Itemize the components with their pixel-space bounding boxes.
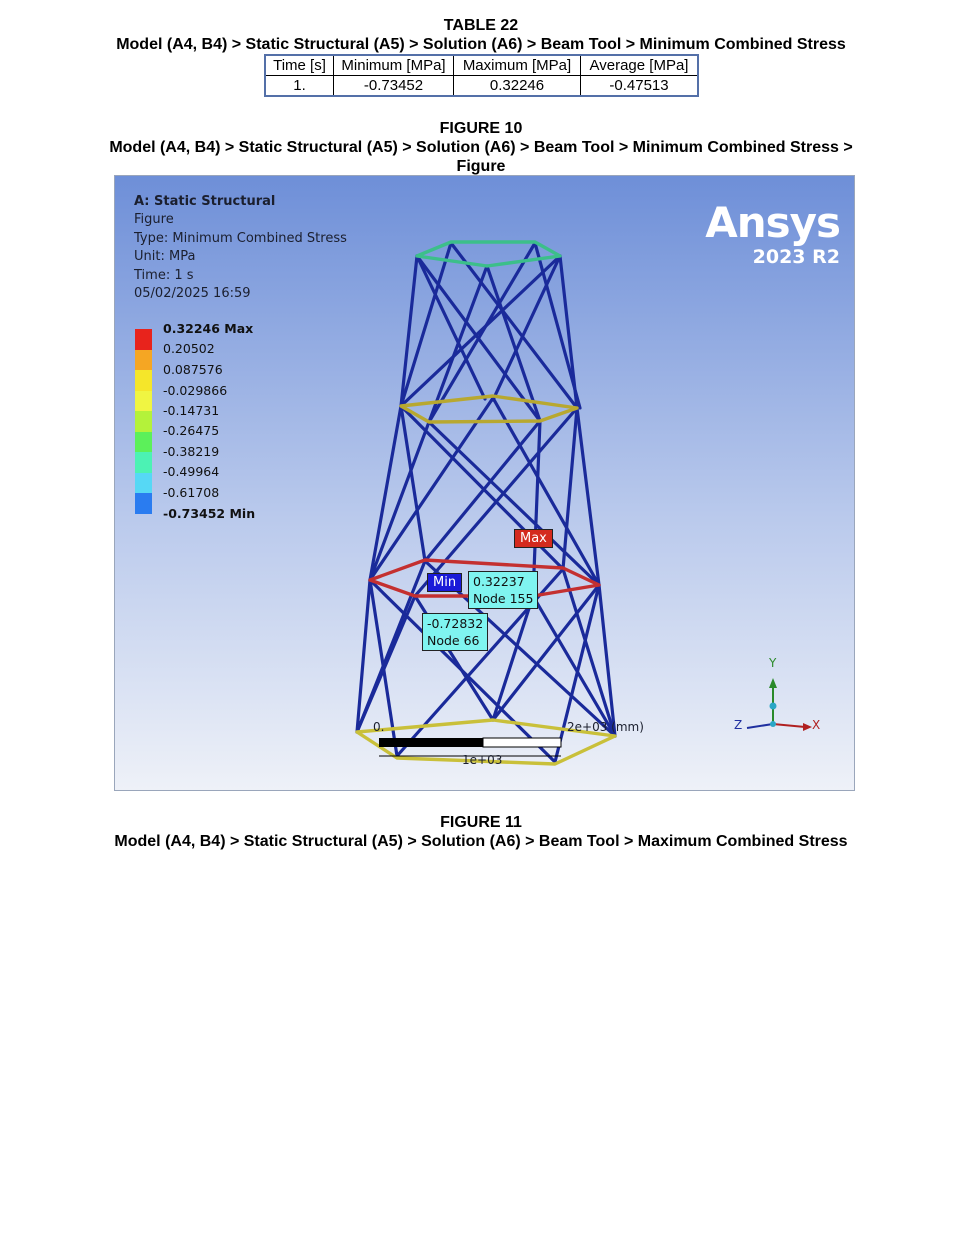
info-type: Type: Minimum Combined Stress: [134, 231, 347, 246]
max-tag: Max: [514, 529, 553, 548]
scale-start: 0.: [373, 720, 385, 734]
ansys-logo: Ansys: [705, 198, 841, 247]
probe-max-value: 0.32237: [473, 574, 525, 589]
legend-label: -0.49964: [163, 464, 220, 479]
cell-minimum: -0.73452: [333, 75, 454, 97]
legend-label: 0.32246 Max: [163, 321, 254, 336]
probe-min-value: -0.72832: [427, 616, 484, 631]
figure10-path-2: Figure: [456, 158, 506, 175]
legend-swatch: [135, 452, 152, 473]
legend-label: -0.38219: [163, 444, 220, 459]
cell-maximum: 0.32246: [453, 75, 581, 97]
legend-label: -0.26475: [163, 423, 220, 438]
cell-time: 1.: [264, 75, 334, 97]
legend-label: -0.73452 Min: [163, 506, 256, 521]
header-maximum: Maximum [MPa]: [453, 54, 581, 76]
results-table: Time [s] Minimum [MPa] Maximum [MPa] Ave…: [264, 54, 699, 97]
legend-swatch: [135, 472, 152, 493]
axis-y-label: Y: [769, 656, 777, 670]
info-analysis: A: Static Structural: [134, 194, 276, 209]
legend-swatch: [135, 329, 152, 350]
figure11-title: FIGURE 11: [440, 814, 522, 831]
table-path: Model (A4, B4) > Static Structural (A5) …: [116, 36, 846, 53]
figure11-path: Model (A4, B4) > Static Structural (A5) …: [114, 833, 848, 850]
header-time: Time [s]: [264, 54, 334, 76]
tower-render: [115, 176, 854, 790]
axis-x-label: X: [812, 718, 821, 732]
legend-swatch: [135, 349, 152, 370]
min-tag: Min: [427, 573, 463, 592]
info-date: 05/02/2025 16:59: [134, 286, 251, 301]
table-header-row: Time [s] Minimum [MPa] Maximum [MPa] Ave…: [264, 54, 699, 76]
figure10-path: Model (A4, B4) > Static Structural (A5) …: [109, 139, 853, 156]
ansys-version: 2023 R2: [752, 246, 840, 268]
probe-min-node: Node 66: [427, 633, 480, 648]
legend-label: -0.61708: [163, 485, 220, 500]
figure10-viewport: A: Static Structural Figure Type: Minimu…: [114, 175, 855, 791]
info-name: Figure: [134, 212, 174, 227]
info-time: Time: 1 s: [134, 268, 194, 283]
legend-label: 0.087576: [163, 362, 223, 377]
legend-swatch: [135, 390, 152, 411]
header-average: Average [MPa]: [580, 54, 699, 76]
scale-end: 2e+03 (mm): [567, 720, 644, 734]
axis-z-label: Z: [734, 718, 743, 732]
header-minimum: Minimum [MPa]: [333, 54, 454, 76]
legend-swatch: [135, 411, 152, 432]
probe-max: 0.32237 Node 155: [468, 571, 539, 609]
legend-label: -0.14731: [163, 403, 220, 418]
table-title: TABLE 22: [443, 17, 519, 34]
scale-mid: 1e+03: [462, 753, 503, 767]
legend-label: 0.20502: [163, 341, 215, 356]
info-unit: Unit: MPa: [134, 249, 196, 264]
probe-min: -0.72832 Node 66: [422, 613, 489, 651]
cell-average: -0.47513: [580, 75, 699, 97]
legend-label: -0.029866: [163, 383, 228, 398]
probe-max-node: Node 155: [473, 591, 534, 606]
table-row: 1. -0.73452 0.32246 -0.47513: [264, 75, 699, 97]
figure10-title: FIGURE 10: [439, 120, 523, 137]
legend-swatch: [135, 493, 152, 514]
legend-swatch: [135, 431, 152, 452]
legend-swatch: [135, 370, 152, 391]
